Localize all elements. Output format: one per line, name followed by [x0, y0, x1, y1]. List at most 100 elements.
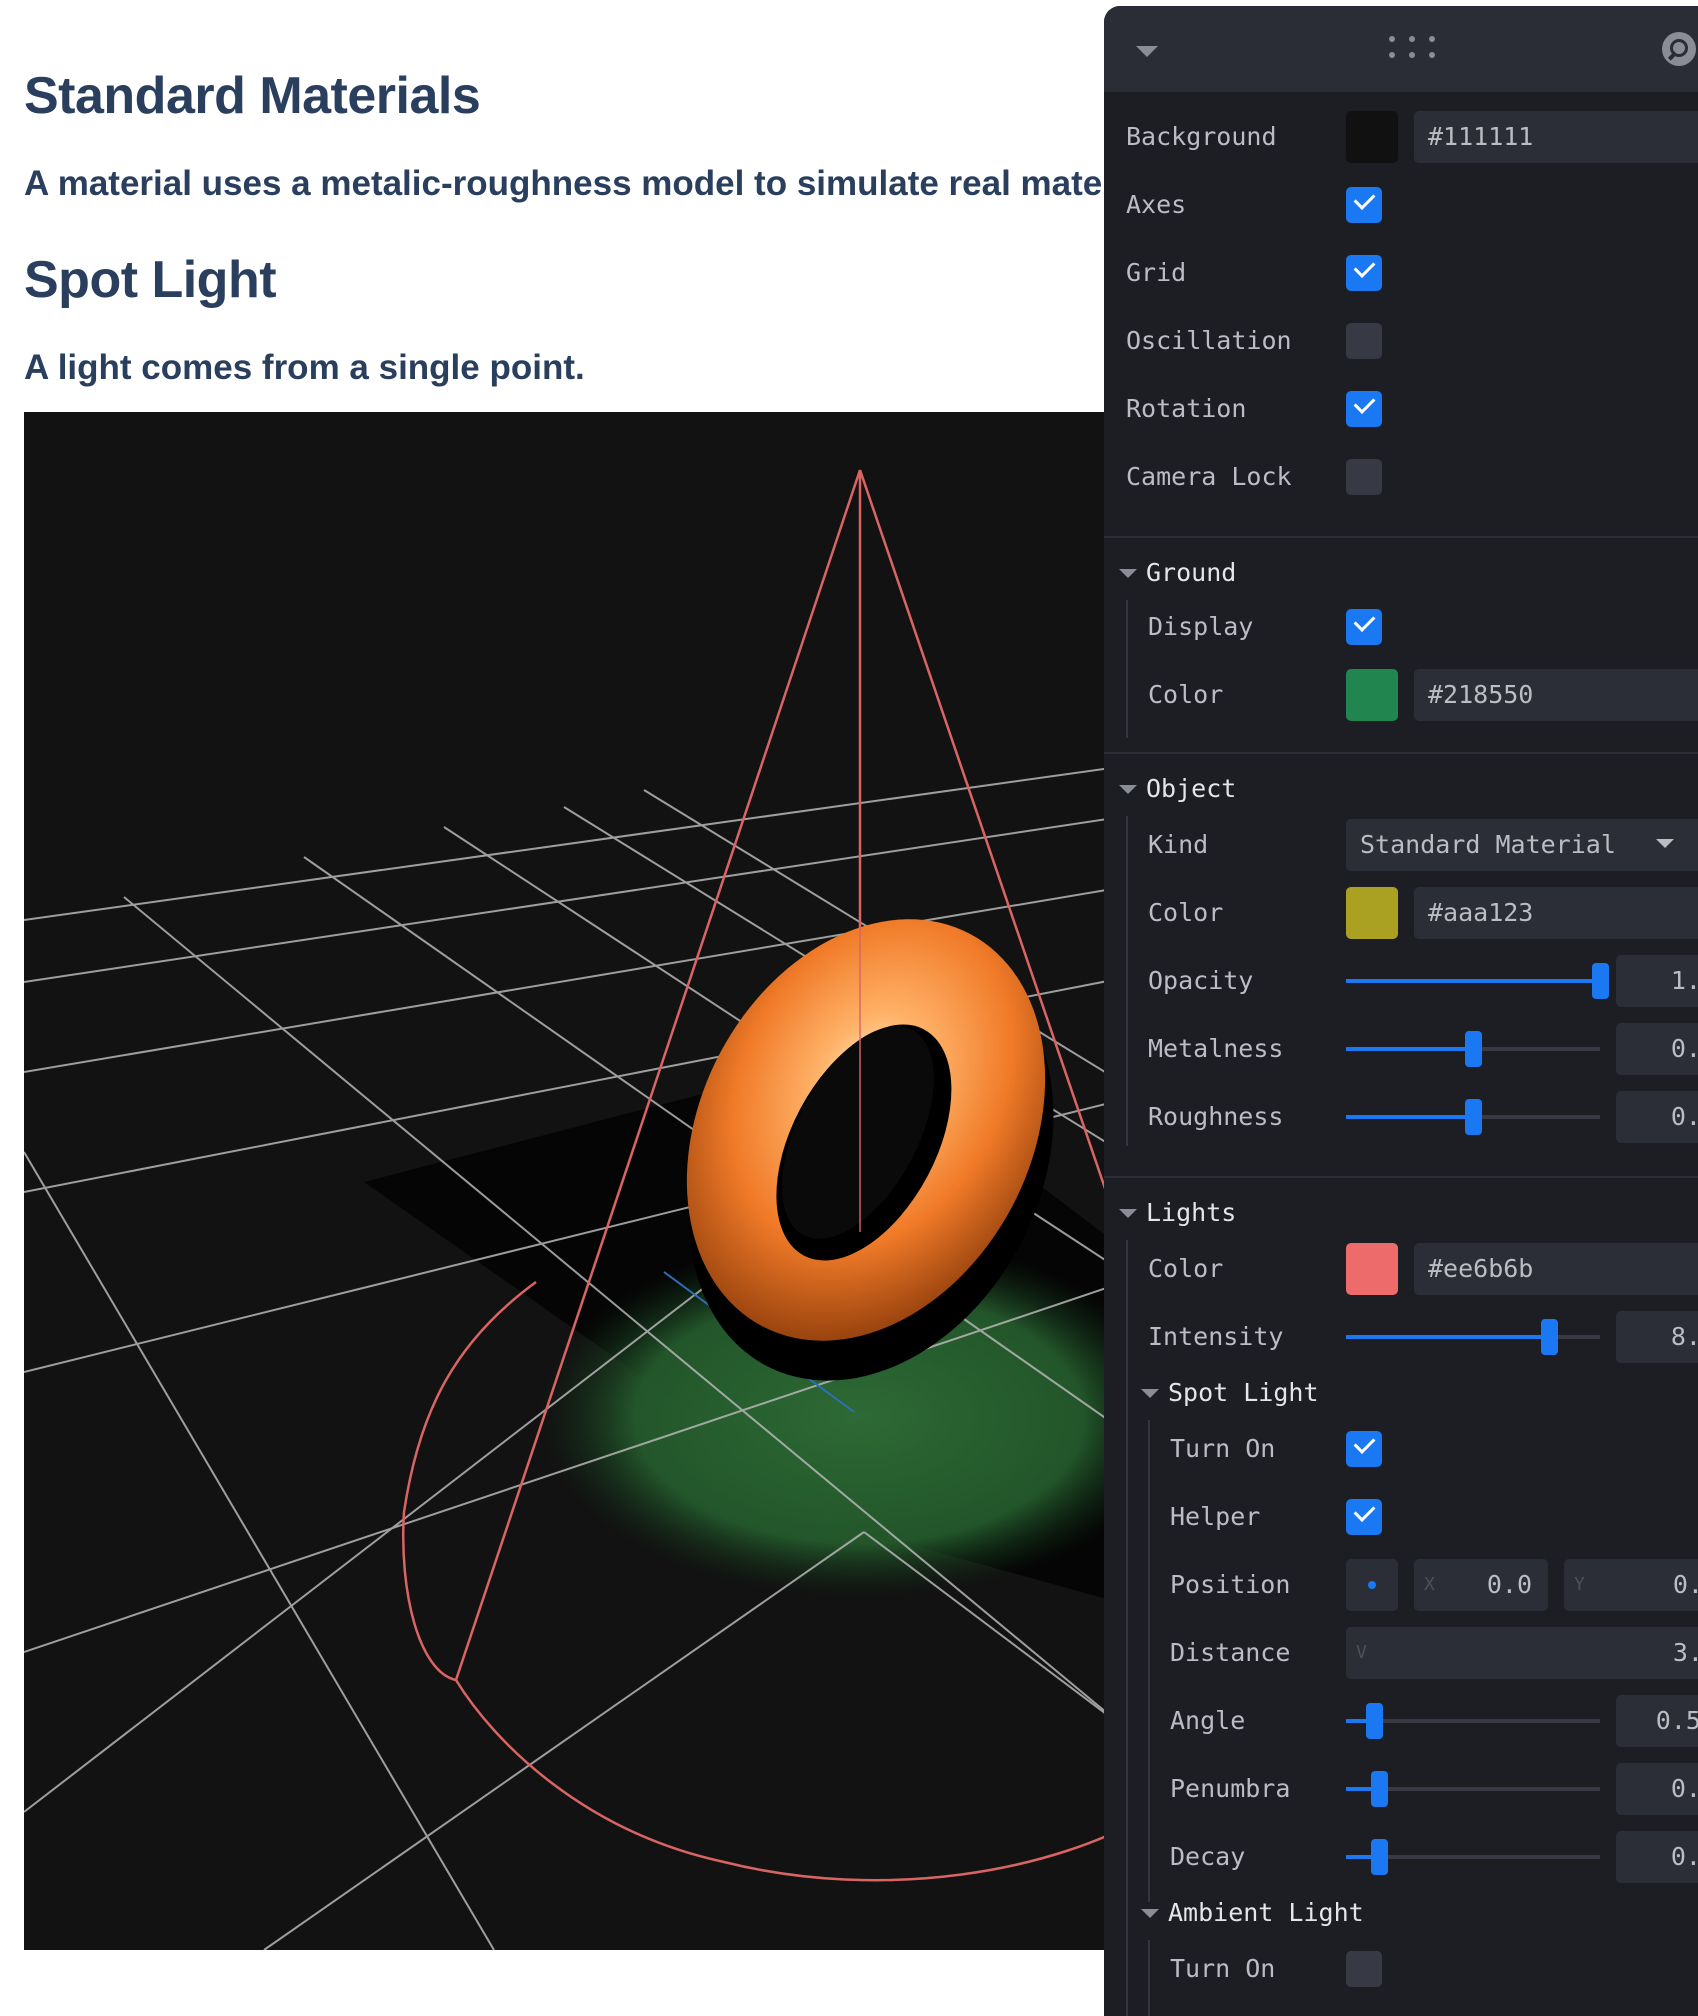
row-camera-lock: Camera Lock: [1104, 450, 1698, 504]
object-collapse-icon[interactable]: [1119, 785, 1137, 794]
object-kind-select[interactable]: Standard Material: [1346, 819, 1698, 871]
row-ground-color: Color #218550: [1104, 668, 1698, 722]
roughness-value-input[interactable]: 0.5: [1616, 1091, 1698, 1143]
ground-collapse-icon[interactable]: [1119, 569, 1137, 578]
camera-lock-label: Camera Lock: [1126, 462, 1292, 491]
rotation-label: Rotation: [1126, 394, 1247, 423]
object-kind-value: Standard Material: [1360, 830, 1616, 859]
pane-title-bar[interactable]: [1104, 6, 1698, 92]
paragraph-material: A material uses a metalic-roughness mode…: [24, 164, 1103, 203]
spot-position-label: Position: [1170, 1570, 1291, 1599]
page-title-spot-light: Spot Light: [24, 251, 277, 309]
penumbra-slider[interactable]: [1346, 1771, 1600, 1807]
row-spot-turn-on: Turn On: [1104, 1422, 1698, 1476]
spot-helper-label: Helper: [1170, 1502, 1261, 1531]
grid-checkbox[interactable]: [1346, 255, 1382, 291]
penumbra-value-input[interactable]: 0.1: [1616, 1763, 1698, 1815]
axes-checkbox[interactable]: [1346, 187, 1382, 223]
row-spot-helper: Helper: [1104, 1490, 1698, 1544]
light-color-swatch[interactable]: [1346, 1243, 1398, 1295]
penumbra-slider-handle[interactable]: [1371, 1771, 1389, 1807]
distance-input[interactable]: V 3.0: [1346, 1627, 1698, 1679]
ground-color-input[interactable]: #218550: [1414, 669, 1698, 721]
metalness-slider[interactable]: [1346, 1031, 1600, 1067]
opacity-slider-handle[interactable]: [1592, 963, 1609, 999]
spot-turn-on-checkbox[interactable]: [1346, 1431, 1382, 1467]
ground-folder-title[interactable]: Ground: [1146, 553, 1236, 593]
object-color-swatch[interactable]: [1346, 887, 1398, 939]
axes-label: Axes: [1126, 190, 1187, 219]
roughness-slider[interactable]: [1346, 1099, 1600, 1135]
oscillation-checkbox[interactable]: [1346, 323, 1382, 359]
row-spot-angle: Angle 0.52: [1104, 1694, 1698, 1748]
angle-value-input[interactable]: 0.52: [1616, 1695, 1698, 1747]
intensity-value-input[interactable]: 8.0: [1616, 1311, 1698, 1363]
row-object-metalness: Metalness 0.5: [1104, 1022, 1698, 1076]
3d-viewport-canvas[interactable]: [24, 412, 1154, 1950]
decay-value-input[interactable]: 0.1: [1616, 1831, 1698, 1883]
spot-light-folder-title[interactable]: Spot Light: [1168, 1373, 1319, 1413]
opacity-slider[interactable]: [1346, 963, 1609, 999]
ground-display-checkbox[interactable]: [1346, 609, 1382, 645]
row-object-kind: Kind Standard Material: [1104, 818, 1698, 872]
row-light-intensity: Intensity 8.0: [1104, 1310, 1698, 1364]
metalness-value-input[interactable]: 0.5: [1616, 1023, 1698, 1075]
light-intensity-label: Intensity: [1148, 1322, 1284, 1351]
object-folder-title[interactable]: Object: [1146, 769, 1236, 809]
row-background: Background #111111: [1104, 110, 1698, 164]
position-x-value: 0.0: [1486, 1570, 1532, 1599]
lights-collapse-icon[interactable]: [1119, 1209, 1137, 1218]
object-opacity-label: Opacity: [1148, 966, 1254, 995]
spot-penumbra-label: Penumbra: [1170, 1774, 1291, 1803]
row-spot-penumbra: Penumbra 0.1: [1104, 1762, 1698, 1816]
position-point-pad[interactable]: [1346, 1559, 1398, 1611]
ground-display-label: Display: [1148, 612, 1254, 641]
roughness-slider-fill: [1346, 1115, 1473, 1119]
background-color-swatch[interactable]: [1346, 111, 1398, 163]
oscillation-label: Oscillation: [1126, 326, 1292, 355]
background-label: Background: [1126, 122, 1277, 151]
lights-folder-title[interactable]: Lights: [1146, 1193, 1236, 1233]
spot-distance-label: Distance: [1170, 1638, 1291, 1667]
position-x-input[interactable]: X 0.0: [1414, 1559, 1548, 1611]
grip-dots-icon[interactable]: [1389, 36, 1443, 62]
decay-slider-handle[interactable]: [1371, 1839, 1389, 1875]
angle-slider-handle[interactable]: [1365, 1703, 1383, 1739]
caret-down-icon[interactable]: [1136, 46, 1158, 57]
ground-color-label: Color: [1148, 680, 1224, 709]
row-object-roughness: Roughness 0.5: [1104, 1090, 1698, 1144]
intensity-slider[interactable]: [1346, 1319, 1600, 1355]
light-color-input[interactable]: #ee6b6b: [1414, 1243, 1698, 1295]
intensity-slider-fill: [1346, 1335, 1550, 1339]
row-spot-position: Position X 0.0 Y 0.0: [1104, 1558, 1698, 1612]
camera-lock-checkbox[interactable]: [1346, 459, 1382, 495]
roughness-slider-handle[interactable]: [1465, 1099, 1482, 1135]
search-icon[interactable]: [1662, 32, 1696, 66]
spot-helper-checkbox[interactable]: [1346, 1499, 1382, 1535]
object-color-input[interactable]: #aaa123: [1414, 887, 1698, 939]
tweakpane-controls: Background #111111 Axes Grid Oscillation…: [1104, 6, 1698, 2016]
ambient-light-collapse-icon[interactable]: [1141, 1909, 1159, 1918]
y-axis-tag: Y: [1574, 1574, 1585, 1595]
divider: [1104, 752, 1698, 754]
ground-color-swatch[interactable]: [1346, 669, 1398, 721]
scene-graphic: [24, 469, 1154, 1950]
decay-slider[interactable]: [1346, 1839, 1600, 1875]
row-oscillation: Oscillation: [1104, 314, 1698, 368]
intensity-slider-handle[interactable]: [1541, 1319, 1559, 1355]
v-axis-tag: V: [1356, 1642, 1367, 1663]
spot-light-collapse-icon[interactable]: [1141, 1389, 1159, 1398]
opacity-slider-fill: [1346, 979, 1600, 983]
paragraph-spot-light: A light comes from a single point.: [24, 348, 585, 387]
angle-slider[interactable]: [1346, 1703, 1600, 1739]
row-spot-decay: Decay 0.1: [1104, 1830, 1698, 1884]
ambient-light-folder-title[interactable]: Ambient Light: [1168, 1893, 1364, 1933]
metalness-slider-fill: [1346, 1047, 1473, 1051]
rotation-checkbox[interactable]: [1346, 391, 1382, 427]
spot-angle-label: Angle: [1170, 1706, 1246, 1735]
position-y-input[interactable]: Y 0.0: [1564, 1559, 1698, 1611]
row-spot-distance: Distance V 3.0: [1104, 1626, 1698, 1680]
opacity-value-input[interactable]: 1.0: [1616, 955, 1698, 1007]
background-color-input[interactable]: #111111: [1414, 111, 1698, 163]
metalness-slider-handle[interactable]: [1465, 1031, 1482, 1067]
